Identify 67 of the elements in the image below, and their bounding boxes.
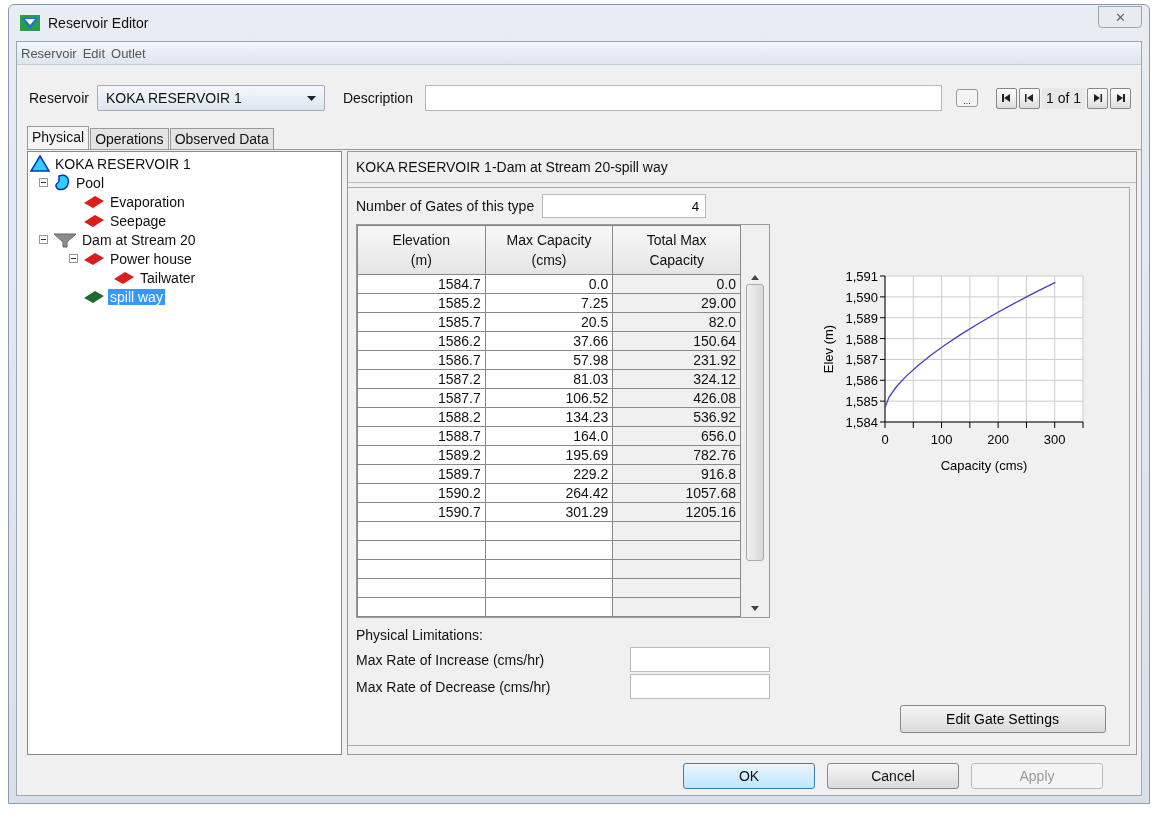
description-label: Description [342, 90, 413, 106]
pool-icon [53, 173, 71, 192]
field-label: Max Rate of Increase (cms/hr) [356, 651, 545, 668]
reservoir-dropdown[interactable]: KOKA RESERVOIR 1 [96, 85, 325, 111]
record-position: 1 of 1 [1041, 87, 1085, 109]
y-tick-label: 1,586 [844, 373, 878, 389]
dialog-button[interactable]: Cancel [827, 763, 959, 789]
collapse-icon[interactable] [68, 254, 78, 263]
column-header: Elevation (m) [357, 225, 486, 275]
menu-item[interactable]: Outlet [111, 45, 146, 61]
column-header: Max Capacity (cms) [485, 225, 613, 275]
step-back-icon [1023, 93, 1035, 103]
caret-icon [306, 95, 316, 101]
y-tick-label: 1,588 [844, 331, 878, 347]
y-tick-label: 1,584 [844, 415, 878, 430]
menu-item[interactable]: Reservoir [21, 45, 77, 61]
close-button[interactable]: ✕ [1098, 6, 1142, 28]
collapse-icon[interactable] [38, 235, 48, 244]
edit-gate-settings-button[interactable]: Edit Gate Settings [899, 705, 1106, 733]
next-button[interactable] [1087, 87, 1108, 109]
browse-button[interactable]: ... [955, 89, 978, 107]
scroll-up-icon[interactable] [750, 275, 759, 280]
window-title: Reservoir Editor [48, 15, 149, 31]
y-tick-label: 1,591 [844, 269, 878, 284]
skip-back-icon [1000, 93, 1012, 103]
y-tick-label: 1,587 [844, 352, 878, 368]
panel-title: KOKA RESERVOIR 1-Dam at Stream 20-spill way [348, 152, 1136, 183]
tree-item[interactable]: Pool [74, 174, 107, 191]
gates-label: Number of Gates of this type [356, 198, 535, 214]
last-button[interactable] [1110, 87, 1131, 109]
collapse-icon[interactable] [38, 178, 48, 187]
tab[interactable]: Operations [90, 128, 169, 149]
dialog-button[interactable]: OK [683, 763, 815, 789]
tree-item[interactable]: KOKA RESERVOIR 1 [53, 155, 193, 172]
triangle-icon [30, 155, 50, 172]
funnel-icon [53, 231, 77, 248]
step-forward-icon [1092, 93, 1103, 103]
y-tick-label: 1,589 [844, 310, 878, 326]
skip-forward-icon [1115, 93, 1126, 103]
x-tick-label: 200 [986, 432, 1009, 447]
tree-item[interactable]: Tailwater [138, 269, 198, 286]
first-button[interactable] [995, 87, 1017, 109]
tree-item[interactable]: Power house [108, 250, 194, 267]
tree-item[interactable]: Dam at Stream 20 [80, 231, 198, 248]
x-axis-title: Capacity (cms) [940, 458, 1027, 473]
field-label: Max Rate of Decrease (cms/hr) [356, 678, 551, 695]
x-tick-label: 0 [880, 432, 889, 447]
section-title: Physical Limitations: [356, 626, 484, 645]
input-field[interactable] [630, 647, 770, 672]
x-tick-label: 300 [1043, 432, 1066, 447]
column-header: Total Max Capacity [612, 225, 741, 275]
gates-field[interactable]: 4 [542, 194, 707, 218]
reservoir-label: Reservoir [29, 90, 89, 106]
y-axis-title: Elev (m) [820, 324, 836, 374]
input-field[interactable] [630, 674, 770, 699]
tree-item[interactable]: Seepage [108, 212, 169, 229]
tree-item[interactable]: Evaporation [108, 193, 187, 210]
y-tick-label: 1,585 [844, 394, 878, 410]
previous-button[interactable] [1018, 87, 1040, 109]
scroll-down-icon[interactable] [750, 606, 759, 611]
x-tick-label: 100 [930, 432, 952, 447]
app-icon [20, 15, 40, 31]
menu-item[interactable]: Edit [82, 45, 106, 61]
tab[interactable]: Observed Data [169, 128, 274, 149]
tab[interactable]: Physical [27, 126, 90, 149]
description-field[interactable] [424, 85, 942, 111]
y-tick-label: 1,590 [844, 289, 878, 305]
